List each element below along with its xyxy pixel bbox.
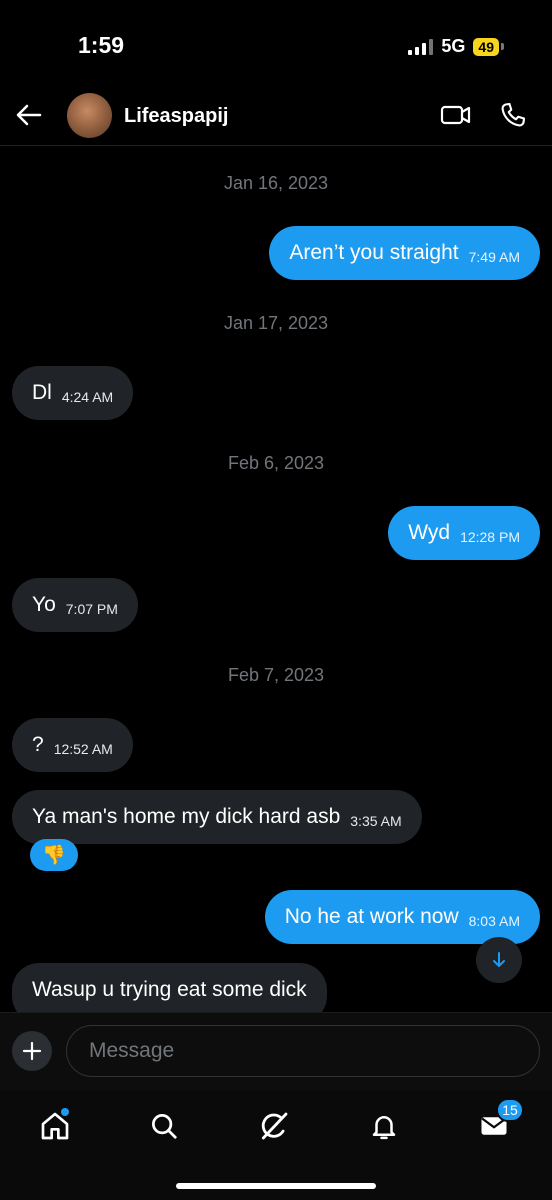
message-text: Wasup u trying eat some dick — [32, 978, 307, 1001]
message-text: Aren’t you straight — [289, 241, 459, 264]
message-text: Yo — [32, 593, 56, 616]
message-text: Wyd — [408, 521, 451, 544]
message-time: 8:03 AM — [468, 913, 520, 929]
incoming-message[interactable]: ? 12:52 AM — [12, 718, 133, 772]
incoming-message[interactable]: Yo 7:07 PM — [12, 578, 138, 632]
date-separator: Jan 17, 2023 — [223, 313, 329, 333]
contact-name[interactable]: Lifeaspapij — [124, 105, 228, 128]
search-icon — [152, 1114, 177, 1139]
back-button[interactable] — [14, 100, 44, 130]
date-separator: Jan 16, 2023 — [223, 173, 329, 193]
message-time: 12:28 PM — [460, 529, 520, 545]
status-bar: 1:59 5G 49 — [0, 0, 552, 90]
bottom-tab-bar: 15 — [0, 1090, 552, 1200]
battery-level: 49 — [473, 37, 499, 56]
outgoing-message[interactable]: No he at work now 8:03 AM — [264, 890, 540, 944]
messages-badge: 15 — [496, 1098, 524, 1122]
avatar[interactable] — [67, 93, 112, 138]
thumbs-down-icon: 👎 — [42, 845, 66, 866]
bell-icon — [372, 1116, 396, 1140]
network-label: 5G — [441, 36, 466, 56]
message-time: 12:52 AM — [53, 741, 113, 757]
video-camera-icon — [440, 105, 471, 125]
message-composer — [0, 1012, 552, 1091]
message-text: No he at work now — [284, 905, 459, 928]
tab-search[interactable] — [142, 1104, 186, 1148]
incoming-message[interactable]: Ya man's home my dick hard asb 3:35 AM — [12, 790, 422, 844]
date-separator: Feb 7, 2023 — [227, 665, 325, 685]
header-divider — [0, 145, 552, 146]
scroll-to-bottom-button[interactable] — [476, 937, 522, 983]
conversation-header: Lifeaspapij — [0, 90, 552, 142]
tab-home[interactable] — [33, 1104, 77, 1148]
message-text: Dl — [32, 381, 52, 404]
arrow-down-icon — [493, 952, 505, 967]
phone-icon — [501, 102, 526, 127]
date-separator: Feb 6, 2023 — [227, 453, 325, 473]
message-time: 3:35 AM — [350, 813, 402, 829]
video-call-button[interactable] — [440, 102, 472, 133]
message-time: 4:24 AM — [61, 389, 114, 405]
message-time: 7:07 PM — [65, 601, 118, 617]
plus-icon — [22, 1041, 42, 1061]
reaction-badge[interactable]: 👎 — [30, 839, 78, 871]
status-indicators: 5G 49 — [408, 36, 504, 57]
incoming-message[interactable]: Dl 4:24 AM — [12, 366, 134, 420]
home-indicator — [176, 1183, 376, 1189]
message-input[interactable] — [66, 1025, 540, 1077]
tab-notifications[interactable] — [362, 1104, 406, 1148]
tab-grok[interactable] — [252, 1104, 296, 1148]
message-text: Ya man's home my dick hard asb — [32, 805, 341, 828]
arrow-left-icon — [16, 104, 42, 126]
outgoing-message[interactable]: Wyd 12:28 PM — [388, 506, 540, 560]
status-time: 1:59 — [78, 32, 125, 58]
message-text: ? — [32, 733, 44, 756]
add-attachment-button[interactable] — [12, 1031, 52, 1071]
message-time: 7:49 AM — [468, 249, 520, 265]
outgoing-message[interactable]: Aren’t you straight 7:49 AM — [269, 226, 540, 280]
tab-messages[interactable]: 15 — [472, 1098, 524, 1148]
grok-icon — [261, 1112, 288, 1140]
home-notification-dot — [61, 1108, 69, 1116]
battery-icon: 49 — [473, 37, 504, 56]
signal-icon — [408, 38, 434, 55]
voice-call-button[interactable] — [498, 100, 528, 135]
